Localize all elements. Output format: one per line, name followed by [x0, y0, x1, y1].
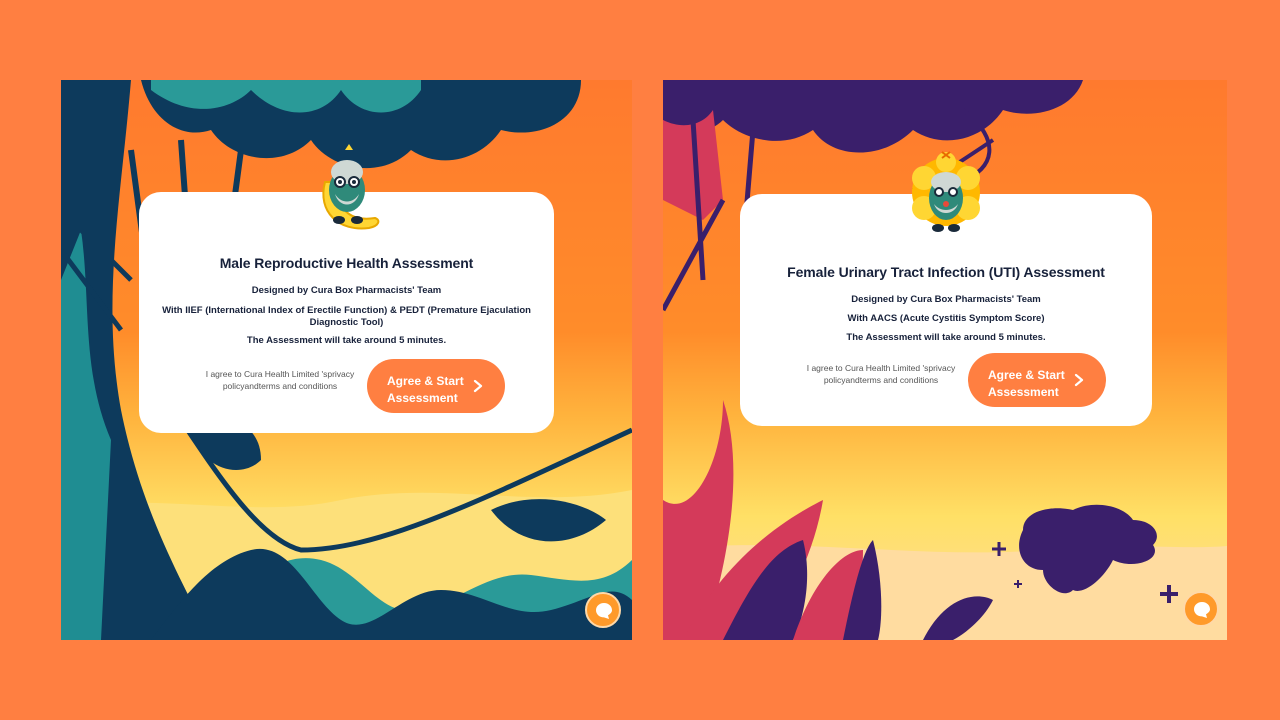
male-assessment-panel: Male Reproductive Health Assessment Desi…	[61, 80, 632, 640]
chat-bubble-icon	[596, 603, 612, 619]
tool-description-text: With AACS (Acute Cystitis Symptom Score)	[847, 313, 1045, 324]
chat-bubble-icon	[1194, 602, 1210, 618]
agree-terms-text[interactable]: I agree to Cura Health Limited 'sprivacy…	[796, 362, 966, 386]
agree-row: I agree to Cura Health Limited 'sprivacy…	[195, 359, 505, 413]
duration-text: The Assessment will take around 5 minute…	[846, 332, 1046, 343]
assessment-card: Male Reproductive Health Assessment Desi…	[139, 144, 554, 433]
agree-terms-text[interactable]: I agree to Cura Health Limited 'sprivacy…	[195, 368, 365, 392]
assessment-card: Female Urinary Tract Infection (UTI) Ass…	[740, 151, 1152, 426]
designed-by-text: Designed by Cura Box Pharmacists' Team	[251, 285, 442, 296]
female-assessment-panel: Female Urinary Tract Infection (UTI) Ass…	[663, 80, 1227, 640]
chat-button[interactable]	[585, 592, 621, 628]
banana-mascot-icon	[321, 144, 379, 230]
agree-start-label: Agree & Start Assessment	[387, 374, 464, 405]
chevron-right-icon	[1074, 373, 1084, 387]
chat-button[interactable]	[1183, 591, 1219, 627]
chevron-right-icon	[473, 379, 483, 393]
designed-by-text: Designed by Cura Box Pharmacists' Team	[851, 294, 1041, 305]
tool-description-text: With IIEF (International Index of Erecti…	[162, 305, 531, 328]
flower-mascot-icon	[912, 151, 980, 232]
assessment-title: Female Urinary Tract Infection (UTI) Ass…	[787, 264, 1105, 280]
duration-text: The Assessment will take around 5 minute…	[246, 335, 447, 346]
assessment-title: Male Reproductive Health Assessment	[219, 255, 474, 271]
agree-start-assessment-button[interactable]: Agree & Start Assessment	[968, 353, 1106, 407]
agree-row: I agree to Cura Health Limited 'sprivacy…	[796, 353, 1106, 407]
agree-start-label: Agree & Start Assessment	[988, 368, 1065, 399]
agree-start-assessment-button[interactable]: Agree & Start Assessment	[367, 359, 505, 413]
